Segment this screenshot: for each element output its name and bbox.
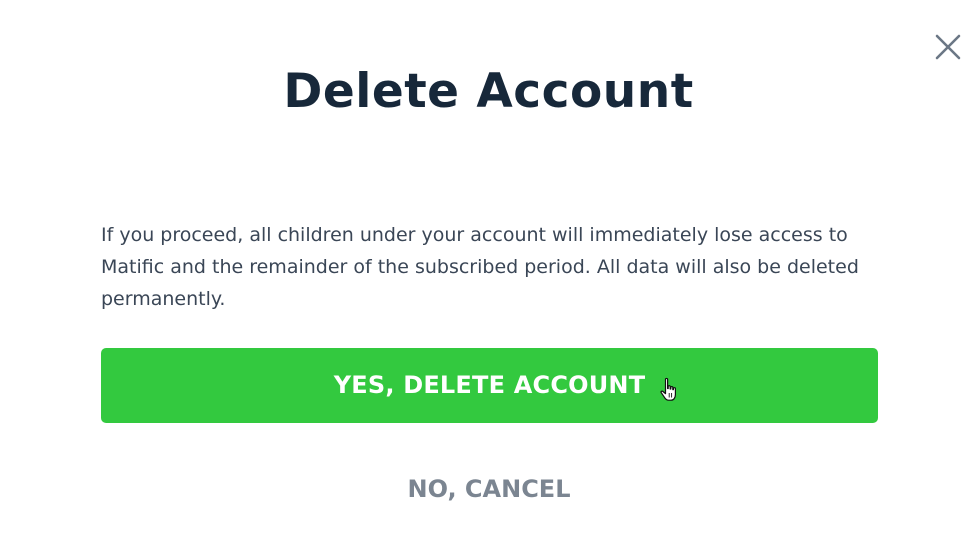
- delete-account-button[interactable]: YES, DELETE ACCOUNT: [101, 348, 878, 423]
- cancel-button[interactable]: NO, CANCEL: [388, 466, 590, 512]
- warning-message: If you proceed, all children under your …: [101, 224, 859, 310]
- delete-account-dialog: Delete Account If you proceed, all child…: [0, 0, 977, 547]
- close-icon: [935, 34, 961, 60]
- delete-account-button-label: YES, DELETE ACCOUNT: [333, 371, 646, 399]
- dialog-title: Delete Account: [283, 64, 694, 119]
